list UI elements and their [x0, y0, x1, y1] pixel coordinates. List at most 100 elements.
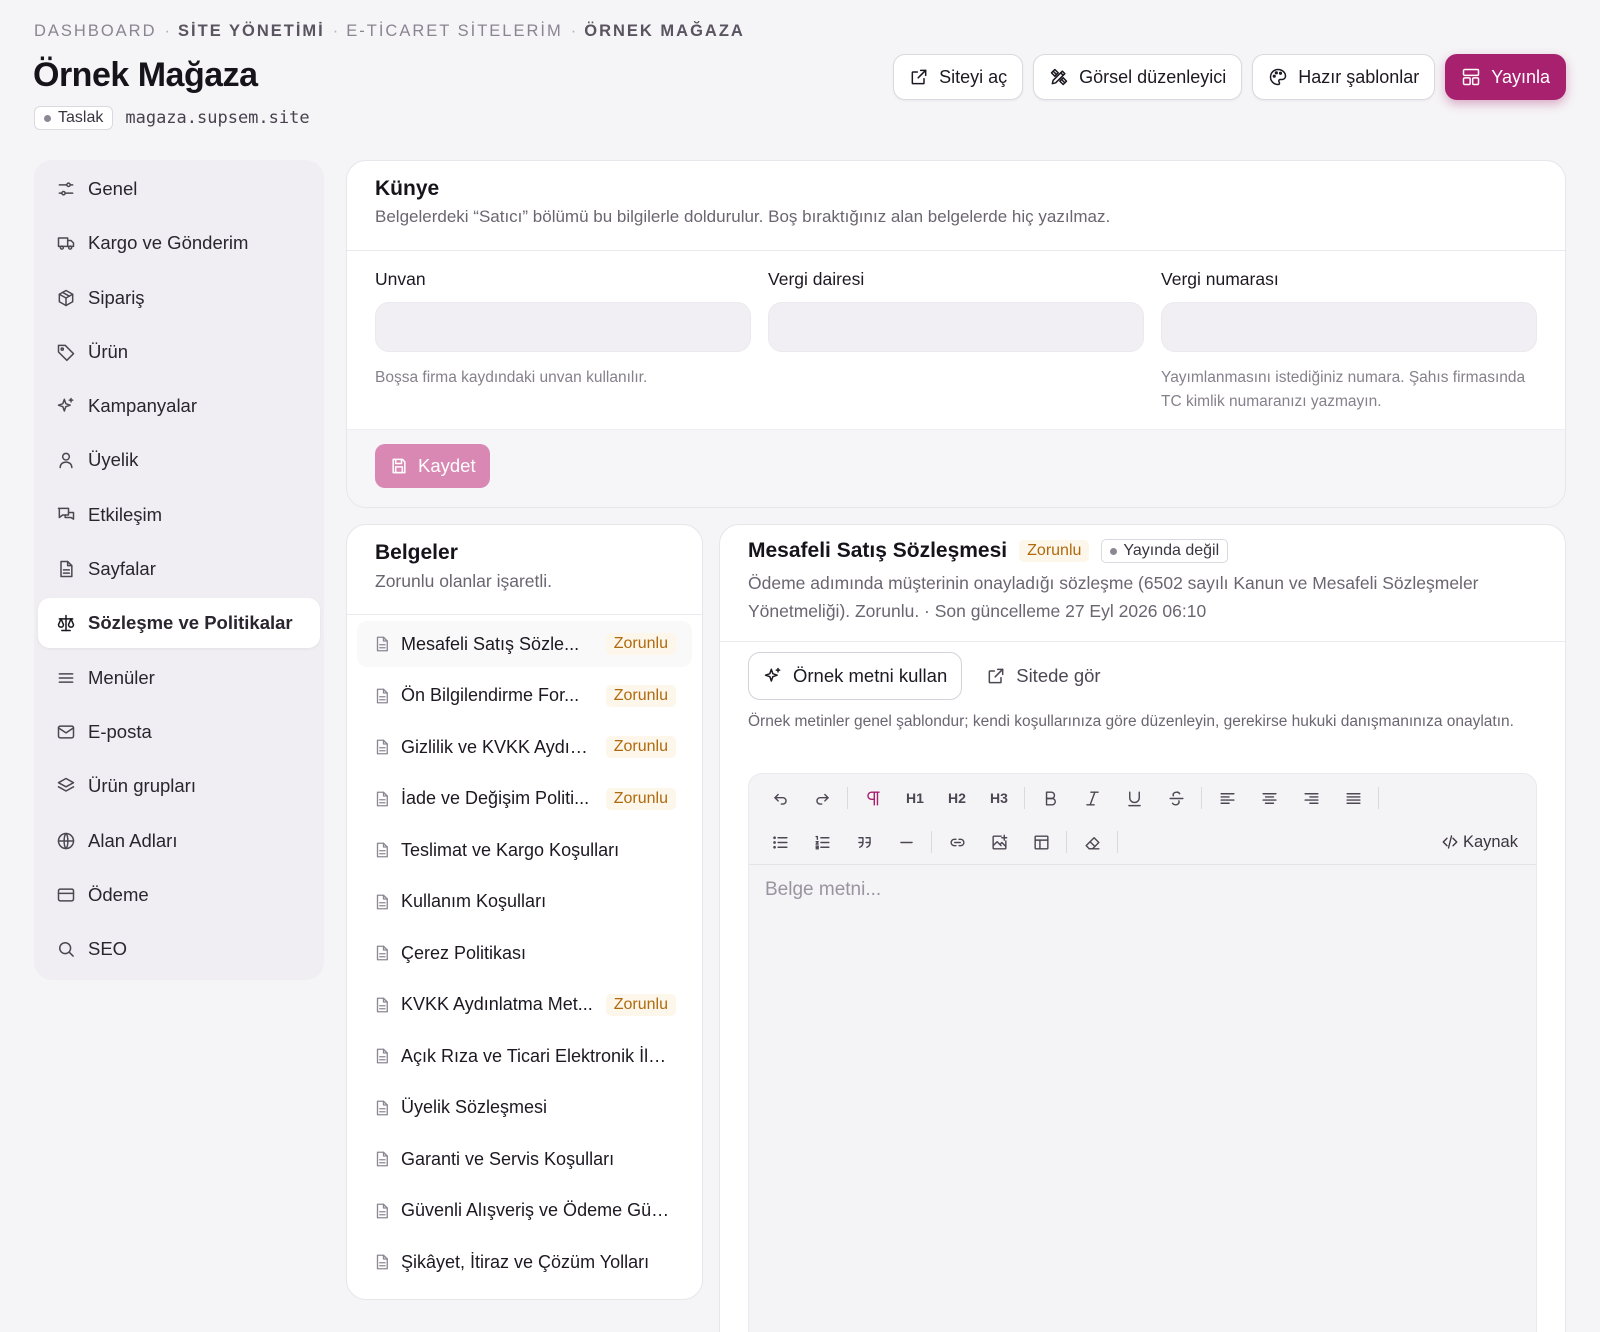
sidebar-item-label: Kampanyalar	[88, 395, 198, 417]
open-site-button[interactable]: Siteyi aç	[893, 54, 1024, 100]
document-item[interactable]: Açık Rıza ve Ticari Elektronik İleti ...	[357, 1033, 692, 1079]
credit-card-icon	[56, 885, 76, 905]
document-item[interactable]: Garanti ve Servis Koşulları	[357, 1136, 692, 1182]
bold-button[interactable]	[1029, 781, 1071, 815]
document-body-editor[interactable]: Belge metni...	[749, 864, 1536, 915]
sidebar-item-email[interactable]: E-posta	[38, 707, 320, 757]
paragraph-button[interactable]	[852, 781, 894, 815]
document-item[interactable]: KVKK Aydınlatma Met... Zorunlu	[357, 982, 692, 1028]
sidebar-item-label: Kargo ve Gönderim	[88, 232, 249, 254]
use-sample-text-button[interactable]: Örnek metni kullan	[748, 652, 963, 700]
document-item[interactable]: Teslimat ve Kargo Koşulları	[357, 827, 692, 873]
document-name: Açık Rıza ve Ticari Elektronik İleti ...	[401, 1045, 676, 1066]
document-item[interactable]: Şikâyet, İtiraz ve Çözüm Yolları	[357, 1239, 692, 1285]
undo-button[interactable]	[759, 781, 801, 815]
save-label: Kaydet	[418, 455, 476, 476]
sidebar-item-label: SEO	[88, 938, 128, 960]
view-on-site-label: Sitede gör	[1016, 665, 1101, 686]
templates-button[interactable]: Hazır şablonlar	[1252, 54, 1436, 100]
sidebar-item-contracts-policies[interactable]: Sözleşme ve Politikalar	[38, 598, 320, 649]
ordered-list-icon	[813, 833, 832, 852]
sidebar-item-interaction[interactable]: Etkileşim	[38, 490, 320, 540]
heading-1-button[interactable]: H1	[894, 781, 936, 815]
align-left-button[interactable]	[1206, 781, 1248, 815]
toolbar-divider	[1024, 787, 1025, 809]
sidebar-item-pages[interactable]: Sayfalar	[38, 544, 320, 594]
tax-office-input[interactable]	[768, 302, 1144, 352]
document-name: Mesafeli Satış Sözle...	[401, 633, 580, 654]
sidebar-item-campaigns[interactable]: Kampanyalar	[38, 381, 320, 431]
package-icon	[56, 288, 76, 308]
editor-description: Ödeme adımında müşterinin onayladığı söz…	[748, 573, 1479, 621]
align-center-icon	[1260, 789, 1279, 808]
blockquote-button[interactable]	[843, 825, 885, 859]
document-item[interactable]: İade ve Değişim Politi... Zorunlu	[357, 776, 692, 822]
align-right-button[interactable]	[1290, 781, 1332, 815]
underline-button[interactable]	[1113, 781, 1155, 815]
document-item[interactable]: Gizlilik ve KVKK Aydınl... Zorunlu	[357, 724, 692, 770]
bullet-list-button[interactable]	[759, 825, 801, 859]
align-right-icon	[1302, 789, 1321, 808]
breadcrumb-item-ecommerce-sites[interactable]: E-TİCARET SİTELERİM	[346, 22, 562, 41]
document-item[interactable]: Ön Bilgilendirme For... Zorunlu	[357, 673, 692, 719]
publish-button[interactable]: Yayınla	[1445, 54, 1566, 100]
link-button[interactable]	[936, 825, 978, 859]
document-item[interactable]: Mesafeli Satış Sözle... Zorunlu	[357, 621, 692, 667]
file-icon	[373, 841, 391, 859]
sidebar-item-orders[interactable]: Sipariş	[38, 273, 320, 323]
horizontal-rule-button[interactable]	[885, 825, 927, 859]
heading-3-button[interactable]: H3	[978, 781, 1020, 815]
imprint-footer: Kaydet	[347, 429, 1565, 507]
document-item[interactable]: Çerez Politikası	[357, 930, 692, 976]
sidebar-item-shipping[interactable]: Kargo ve Gönderim	[38, 218, 320, 268]
site-meta: Taslak magaza.supsem.site	[34, 106, 310, 130]
required-badge: Zorunlu	[1019, 540, 1090, 562]
sidebar-item-domains[interactable]: Alan Adları	[38, 816, 320, 866]
breadcrumb-item-dashboard[interactable]: DASHBOARD	[34, 22, 157, 41]
editor-title: Mesafeli Satış Sözleşmesi	[748, 539, 1008, 562]
image-button[interactable]	[978, 825, 1020, 859]
sidebar-item-product[interactable]: Ürün	[38, 327, 320, 377]
table-button[interactable]	[1020, 825, 1062, 859]
sidebar-item-genel[interactable]: Genel	[38, 164, 320, 214]
sidebar-item-label: Genel	[88, 178, 138, 199]
document-item[interactable]: Kullanım Koşulları	[357, 879, 692, 925]
ordered-list-button[interactable]	[801, 825, 843, 859]
sidebar-item-label: Sözleşme ve Politikalar	[88, 612, 293, 634]
palette-icon	[1268, 67, 1288, 87]
clear-format-button[interactable]	[1071, 825, 1113, 859]
document-item[interactable]: Güvenli Alışveriş ve Ödeme Güve...	[357, 1188, 692, 1234]
external-link-icon	[986, 666, 1006, 686]
sidebar-item-product-groups[interactable]: Ürün grupları	[38, 761, 320, 811]
sidebar-item-membership[interactable]: Üyelik	[38, 435, 320, 485]
redo-icon	[813, 789, 832, 808]
bold-icon	[1041, 789, 1060, 808]
sidebar-item-seo[interactable]: SEO	[38, 924, 320, 974]
breadcrumb-separator: ·	[570, 22, 577, 40]
sidebar-item-payment[interactable]: Ödeme	[38, 870, 320, 920]
redo-button[interactable]	[801, 781, 843, 815]
align-justify-button[interactable]	[1332, 781, 1374, 815]
visual-editor-button[interactable]: Görsel düzenleyici	[1033, 54, 1243, 100]
document-item[interactable]: Üyelik Sözleşmesi	[357, 1085, 692, 1131]
status-dot	[1110, 547, 1118, 555]
save-button[interactable]: Kaydet	[375, 444, 490, 488]
heading-2-button[interactable]: H2	[936, 781, 978, 815]
breadcrumb-item-site-management[interactable]: SİTE YÖNETİMİ	[178, 22, 325, 41]
italic-button[interactable]	[1071, 781, 1113, 815]
templates-label: Hazır şablonlar	[1298, 66, 1420, 87]
required-badge: Zorunlu	[605, 993, 676, 1016]
status-badge: Taslak	[34, 106, 114, 130]
strikethrough-button[interactable]	[1155, 781, 1197, 815]
sample-text-note: Örnek metinler genel şablondur; kendi ko…	[748, 713, 1514, 730]
undo-icon	[771, 789, 790, 808]
sidebar-item-menus[interactable]: Menüler	[38, 653, 320, 703]
tax-number-input[interactable]	[1161, 302, 1537, 352]
publish-status-badge: Yayında değil	[1101, 539, 1229, 563]
user-icon	[56, 450, 76, 470]
title-input[interactable]	[375, 302, 751, 352]
view-on-site-link[interactable]: Sitede gör	[978, 665, 1108, 687]
align-center-button[interactable]	[1248, 781, 1290, 815]
source-code-button[interactable]: Kaynak	[1441, 833, 1526, 852]
document-name: İade ve Değişim Politi...	[401, 788, 590, 808]
